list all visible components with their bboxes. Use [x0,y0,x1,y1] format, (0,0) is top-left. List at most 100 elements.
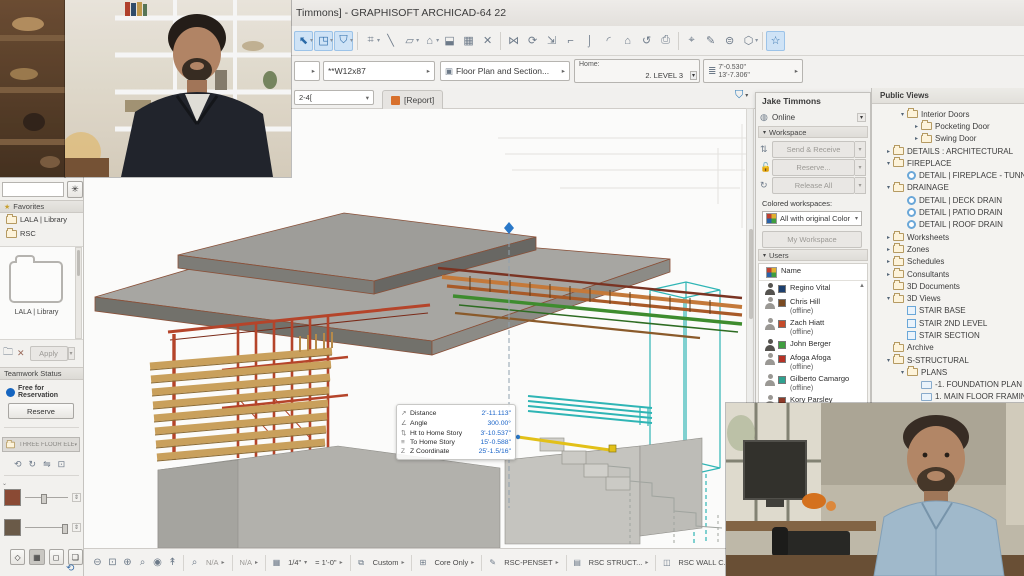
caret-icon[interactable]: ▾ [857,113,866,122]
publish-icon[interactable]: ⎙ [656,31,675,51]
scale-value[interactable]: = 1'-0"▸ [315,558,342,567]
user-row[interactable]: Afoga Afoga(offline) [759,351,867,372]
tree-item[interactable]: STAIR 2ND LEVEL [872,317,1024,329]
slider-track[interactable] [25,497,68,498]
navigator-header[interactable]: Public Views [872,88,1024,104]
element-type-combo[interactable]: THREE FLOOR ELECT... ▾ [2,437,80,452]
tree-item[interactable]: 3D Documents [872,280,1024,292]
reserve-element-button[interactable]: Reserve [8,403,74,419]
sync-icon[interactable]: ⟲ [66,563,74,574]
tree-item[interactable]: Worksheets [872,231,1024,243]
reserve-button[interactable]: Reserve... [772,159,855,176]
quick-layer-combo[interactable]: 2-4[▾ [294,90,374,105]
caret-icon[interactable]: ▾ [416,37,419,44]
element-favorite-combo[interactable]: **W12x87▸ [323,61,435,81]
favorites-star-icon[interactable]: ☆ [766,31,785,51]
teamwork-palette-button[interactable]: ⛉ ▾ [735,89,748,102]
slider-knob[interactable] [62,524,68,534]
library-item[interactable]: RSC [0,229,83,238]
caret-icon[interactable]: ▾ [855,141,866,158]
tree-item[interactable]: DETAIL | PATIO DRAIN [872,206,1024,218]
chevron-right-icon[interactable] [912,135,921,142]
chevron-down-icon[interactable] [884,295,893,302]
measure-icon[interactable]: ⌖ [682,31,701,51]
pen-icon[interactable]: ✎ [701,31,720,51]
scroll-thumb[interactable] [749,229,753,319]
tree-item[interactable]: DRAINAGE [872,182,1024,194]
tree-item[interactable]: Interior Doors [872,108,1024,120]
colored-workspaces-combo[interactable]: All with original Color ▾ [762,211,862,226]
chevron-down-icon[interactable] [898,111,907,118]
chevron-down-icon[interactable] [884,160,893,167]
tree-item[interactable]: Zones [872,243,1024,255]
fillet-icon[interactable]: ◜ [599,31,618,51]
send-receive-button[interactable]: Send & Receive [772,141,855,158]
material-thumbnail[interactable] [4,519,21,536]
zoom-tool-icon[interactable]: ⌕ [135,557,150,568]
split-icon[interactable]: ⌡ [580,31,599,51]
fit-view-icon[interactable]: ⊡ [105,557,120,568]
caret-icon[interactable]: ▾ [310,37,313,44]
undo-icon[interactable]: ↺ [637,31,656,51]
delete-icon[interactable]: ✕ [478,31,497,51]
tree-item[interactable]: -1. FOUNDATION PLAN [872,379,1024,391]
orbit-icon[interactable]: ◉ [150,557,165,568]
spinner-icon[interactable]: ⇕ [72,493,81,502]
favorites-header[interactable]: ★ Favorites [0,200,83,213]
stretch-icon[interactable]: ⇲ [542,31,561,51]
home-story-combo[interactable]: Home: 2. LEVEL 3 ▾ [574,59,700,83]
scroll-up-icon[interactable]: ▲ [859,283,865,289]
webcam-tile-top[interactable] [65,0,291,177]
rotate-icon[interactable]: ⟳ [523,31,542,51]
layer-combination-combo[interactable]: Custom▸ [373,558,405,567]
tree-item[interactable]: DETAIL | ROOF DRAIN [872,219,1024,231]
preview-scrollbar[interactable] [75,247,82,339]
rotate-left-icon[interactable]: ⟲ [14,459,22,470]
shaded-toggle-icon[interactable]: ▦ [29,549,44,565]
tree-item[interactable]: PLANS [872,366,1024,378]
tree-item[interactable]: STAIR BASE [872,305,1024,317]
users-header-row[interactable]: Name [759,264,867,281]
users-section-header[interactable]: ▾ Users [758,249,868,261]
caret-icon[interactable]: ▾ [436,37,439,44]
tree-item[interactable]: Swing Door [872,133,1024,145]
search-input[interactable] [2,182,64,197]
delete-icon[interactable]: ✕ [17,348,25,359]
user-row[interactable]: Zach Hiatt(offline) [759,316,867,337]
caret-icon[interactable]: ▾ [755,37,758,44]
slider-knob[interactable] [41,494,47,504]
pen-set-combo[interactable]: RSC-PENSET▸ [504,558,558,567]
tree-item[interactable]: S-STRUCTURAL [872,354,1024,366]
zoom-preset-combo[interactable]: N/A▸ [206,558,225,567]
chevron-right-icon[interactable] [884,234,893,241]
slider-track[interactable] [25,527,68,528]
home-icon[interactable]: ⌂ [618,31,637,51]
chevron-down-icon[interactable] [884,184,893,191]
tree-item[interactable]: FIREPLACE [872,157,1024,169]
spinner-icon[interactable]: ⇕ [72,523,81,532]
refresh-icon[interactable]: ↻ [29,459,37,470]
tree-item[interactable]: Pocketing Door [872,120,1024,132]
orientation-combo[interactable]: N/A▸ [240,558,259,567]
tree-item[interactable]: DETAIL | FIREPLACE - TUNNEL [872,169,1024,181]
reset-icon[interactable]: ⊡ [58,459,66,470]
caret-icon[interactable]: ▾ [377,37,380,44]
chevron-down-icon[interactable] [898,369,907,376]
apply-button[interactable]: Apply [30,346,68,361]
user-row[interactable]: Regino Vital ▲ [759,281,867,295]
chevron-right-icon[interactable] [884,246,893,253]
caret-icon[interactable]: ▾ [855,159,866,176]
material-thumbnail[interactable] [4,489,21,506]
my-workspace-button[interactable]: My Workspace [762,231,862,248]
caret-icon[interactable]: ▾ [690,71,697,80]
chevron-down-icon[interactable] [884,357,893,364]
zoom-out-icon[interactable]: ⊖ [90,557,105,568]
caret-icon[interactable]: ▾ [68,347,75,360]
tree-item[interactable]: DETAIL | DECK DRAIN [872,194,1024,206]
user-row[interactable]: John Berger [759,337,867,351]
trim-icon[interactable]: ⌐ [561,31,580,51]
scale-combo[interactable]: 1/4"▾ [288,558,307,567]
hidden-line-toggle-icon[interactable]: ◻ [49,549,64,565]
zoom-in-icon[interactable]: ⊕ [120,557,135,568]
mesh-tool-icon[interactable]: ▦ [459,31,478,51]
